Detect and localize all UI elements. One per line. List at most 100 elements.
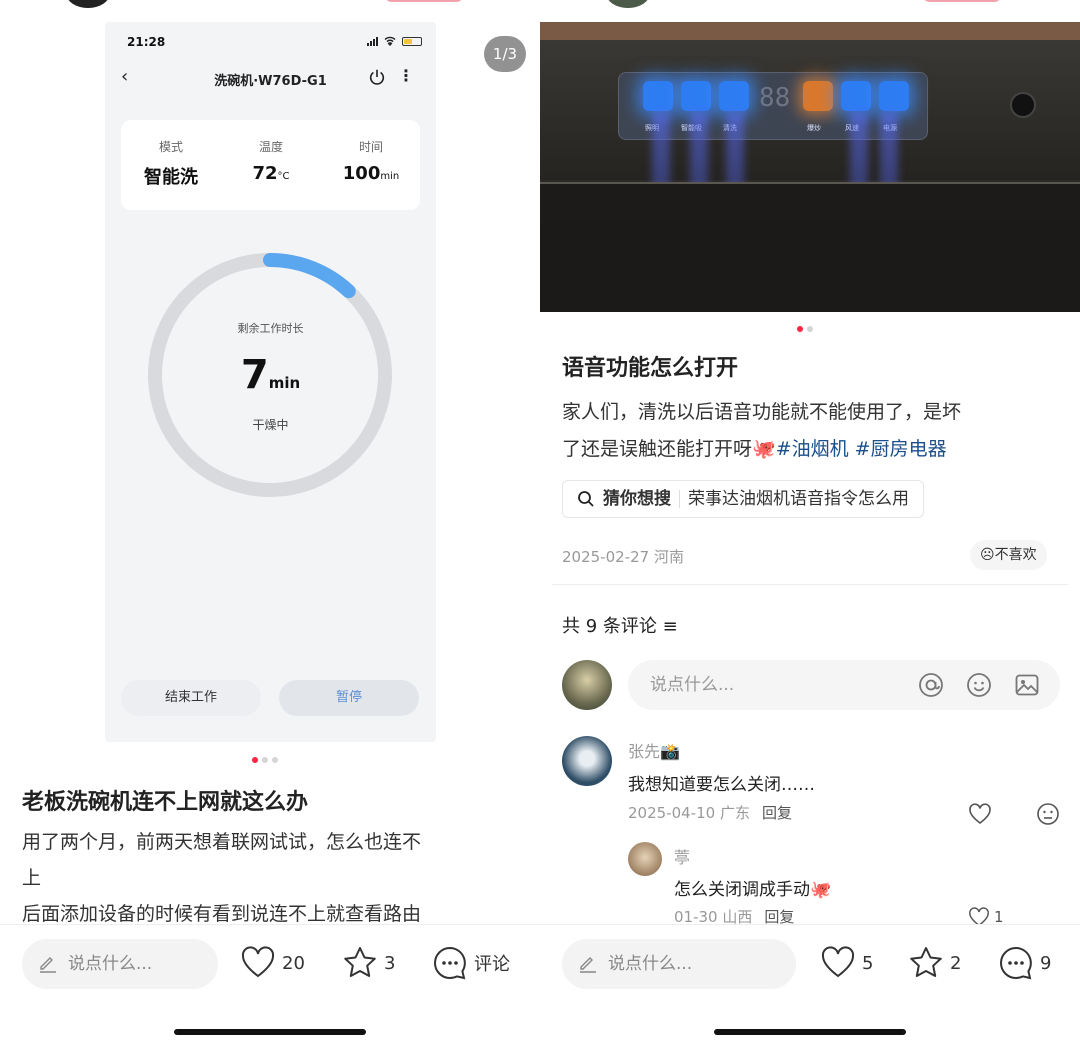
info-mode: 模式 智能洗 (121, 138, 221, 189)
comment-meta: 2025-04-10 广东 回复 (628, 804, 792, 822)
hashtag-range-hood[interactable]: #油烟机 (776, 438, 849, 460)
info-time-value: 100min (342, 163, 400, 184)
photo-wall (540, 22, 1080, 40)
chat-bubble-icon (1000, 946, 1032, 980)
hashtag-kitchen-appliance[interactable]: #厨房电器 (855, 438, 947, 460)
octopus-emoji: 🐙 (752, 438, 776, 460)
comment-input-right[interactable]: 说点什么... (628, 660, 1060, 710)
status-icons (367, 36, 422, 46)
my-avatar[interactable] (562, 660, 612, 710)
comment-dislike-icon[interactable] (1036, 802, 1060, 826)
post-photo-range-hood[interactable]: 88 照明 智能吸 清洗 爆炒 风速 电源 (540, 22, 1080, 312)
inhale-button-glow (681, 81, 711, 111)
home-indicator-right[interactable] (714, 1029, 906, 1035)
right-post: 88 照明 智能吸 清洗 爆炒 风速 电源 语音功能怎么打开 家人们，清洗以后语… (540, 0, 1080, 1046)
panel-label-fry: 爆炒 (807, 124, 821, 132)
dislike-button[interactable]: ☹不喜欢 (970, 540, 1047, 570)
more-icon[interactable]: ⋮ (398, 66, 414, 85)
post-body-right-line-2: 了还是误触还能打开呀🐙#油烟机 #厨房电器 (562, 438, 947, 460)
power-icon[interactable] (368, 68, 386, 86)
neutral-face-icon: ☹ (980, 547, 995, 563)
remaining-label: 剩余工作时长 (237, 322, 304, 335)
divider (552, 584, 1068, 585)
camera-lens (1010, 92, 1036, 118)
comment-button-right[interactable]: 9 (998, 945, 1051, 981)
guess-query: 荣事达油烟机语音指令怎么用 (688, 489, 909, 509)
photo-lower (540, 222, 1080, 312)
image-page-indicator: 1/3 (484, 36, 526, 72)
carousel-dots (252, 757, 278, 763)
comment-text: 我想知道要怎么关闭…… (628, 775, 815, 795)
author-avatar[interactable] (66, 0, 110, 8)
info-temp: 温度 72°C (221, 138, 321, 184)
photo-shelf (540, 182, 1080, 222)
collect-button-right[interactable]: 2 (908, 945, 961, 981)
star-count: 3 (384, 952, 396, 974)
like-button[interactable]: 20 (240, 945, 305, 981)
comment-input-bottom[interactable]: 说点什么... (562, 939, 796, 989)
pen-icon (580, 957, 596, 973)
info-time: 时间 100min (321, 138, 421, 184)
post-body-right: 家人们，清洗以后语音功能就不能使用了，是坏 了还是误触还能打开呀🐙#油烟机 #厨… (562, 394, 1062, 468)
info-mode-label: 模式 (158, 140, 183, 154)
left-post: 21:28 ‹ 洗碗机·W76D-G1 ⋮ 模式 智能洗 温度 72°C 时间 … (0, 0, 540, 1046)
follow-button-right[interactable] (922, 0, 1002, 2)
follow-button[interactable] (384, 0, 464, 2)
collect-button[interactable]: 3 (342, 945, 395, 981)
device-title: 洗碗机·W76D-G1 (214, 74, 327, 89)
info-mode-value: 智能洗 (144, 167, 198, 188)
post-title: 老板洗碗机连不上网就这么办 (22, 790, 309, 815)
comment-author[interactable]: 张先📸 (628, 738, 680, 762)
battery-icon (402, 36, 422, 46)
image-icon[interactable] (1014, 672, 1040, 698)
reply-avatar[interactable] (628, 842, 662, 876)
comment-count-right: 9 (1040, 952, 1052, 974)
comment-input-placeholder-right: 说点什么... (650, 675, 735, 695)
pen-icon (40, 957, 56, 973)
wash-info-card: 模式 智能洗 温度 72°C 时间 100min (121, 120, 420, 210)
emoji-icon[interactable] (966, 672, 992, 698)
left-action-bar: 说点什么... 20 3 评论 (0, 924, 540, 1046)
pause-button[interactable]: 暂停 (279, 680, 419, 716)
like-count: 20 (282, 952, 305, 974)
signal-icon (367, 36, 378, 46)
heart-icon (821, 946, 855, 978)
guess-separator (679, 490, 680, 508)
like-button-right[interactable]: 5 (820, 945, 873, 981)
post-body-right-line-1: 家人们，清洗以后语音功能就不能使用了，是坏 (562, 401, 962, 423)
fry-button-glow (803, 81, 833, 111)
sort-icon: ≡ (662, 616, 678, 637)
right-action-bar: 说点什么... 5 2 9 (540, 924, 1080, 1046)
panel-display: 88 (759, 83, 791, 113)
reply-text: 怎么关闭调成手动🐙 (674, 880, 832, 900)
speed-button-glow (841, 81, 871, 111)
comment-input[interactable]: 说点什么... (22, 939, 218, 989)
reply-button[interactable]: 回复 (762, 804, 792, 822)
wifi-icon (384, 36, 396, 46)
wash-status: 干燥中 (252, 418, 289, 432)
comment-avatar[interactable] (562, 736, 612, 786)
post-body-line-2: 上 (22, 867, 42, 889)
comment-button[interactable]: 评论 (432, 945, 510, 981)
home-indicator[interactable] (174, 1029, 366, 1035)
comment-input-bottom-placeholder: 说点什么... (608, 954, 693, 974)
comment-input-placeholder: 说点什么... (68, 954, 153, 974)
comment-heart-icon[interactable] (968, 802, 992, 826)
at-mention-icon[interactable] (918, 672, 944, 698)
post-image-screenshot[interactable]: 21:28 ‹ 洗碗机·W76D-G1 ⋮ 模式 智能洗 温度 72°C 时间 … (105, 22, 436, 742)
info-temp-label: 温度 (258, 140, 283, 154)
like-count-right: 5 (862, 952, 874, 974)
end-work-button[interactable]: 结束工作 (121, 680, 261, 716)
star-count-right: 2 (950, 952, 962, 974)
guess-search-chip[interactable]: 猜你想搜 荣事达油烟机语音指令怎么用 (562, 480, 924, 518)
carousel-dots-right (797, 326, 813, 332)
star-icon (910, 947, 942, 977)
info-temp-value: 72°C (252, 163, 290, 184)
reply-author[interactable]: 葶 (674, 844, 690, 868)
remaining-value: 7min (240, 352, 301, 398)
author-avatar-right[interactable] (606, 0, 650, 8)
comment-count-header[interactable]: 共 9 条评论 ≡ (562, 612, 678, 638)
dislike-label: 不喜欢 (994, 547, 1037, 563)
post-body-line-1: 用了两个月，前两天想着联网试试，怎么也连不 (22, 831, 422, 853)
camera-badge-icon: 📸 (660, 742, 680, 761)
